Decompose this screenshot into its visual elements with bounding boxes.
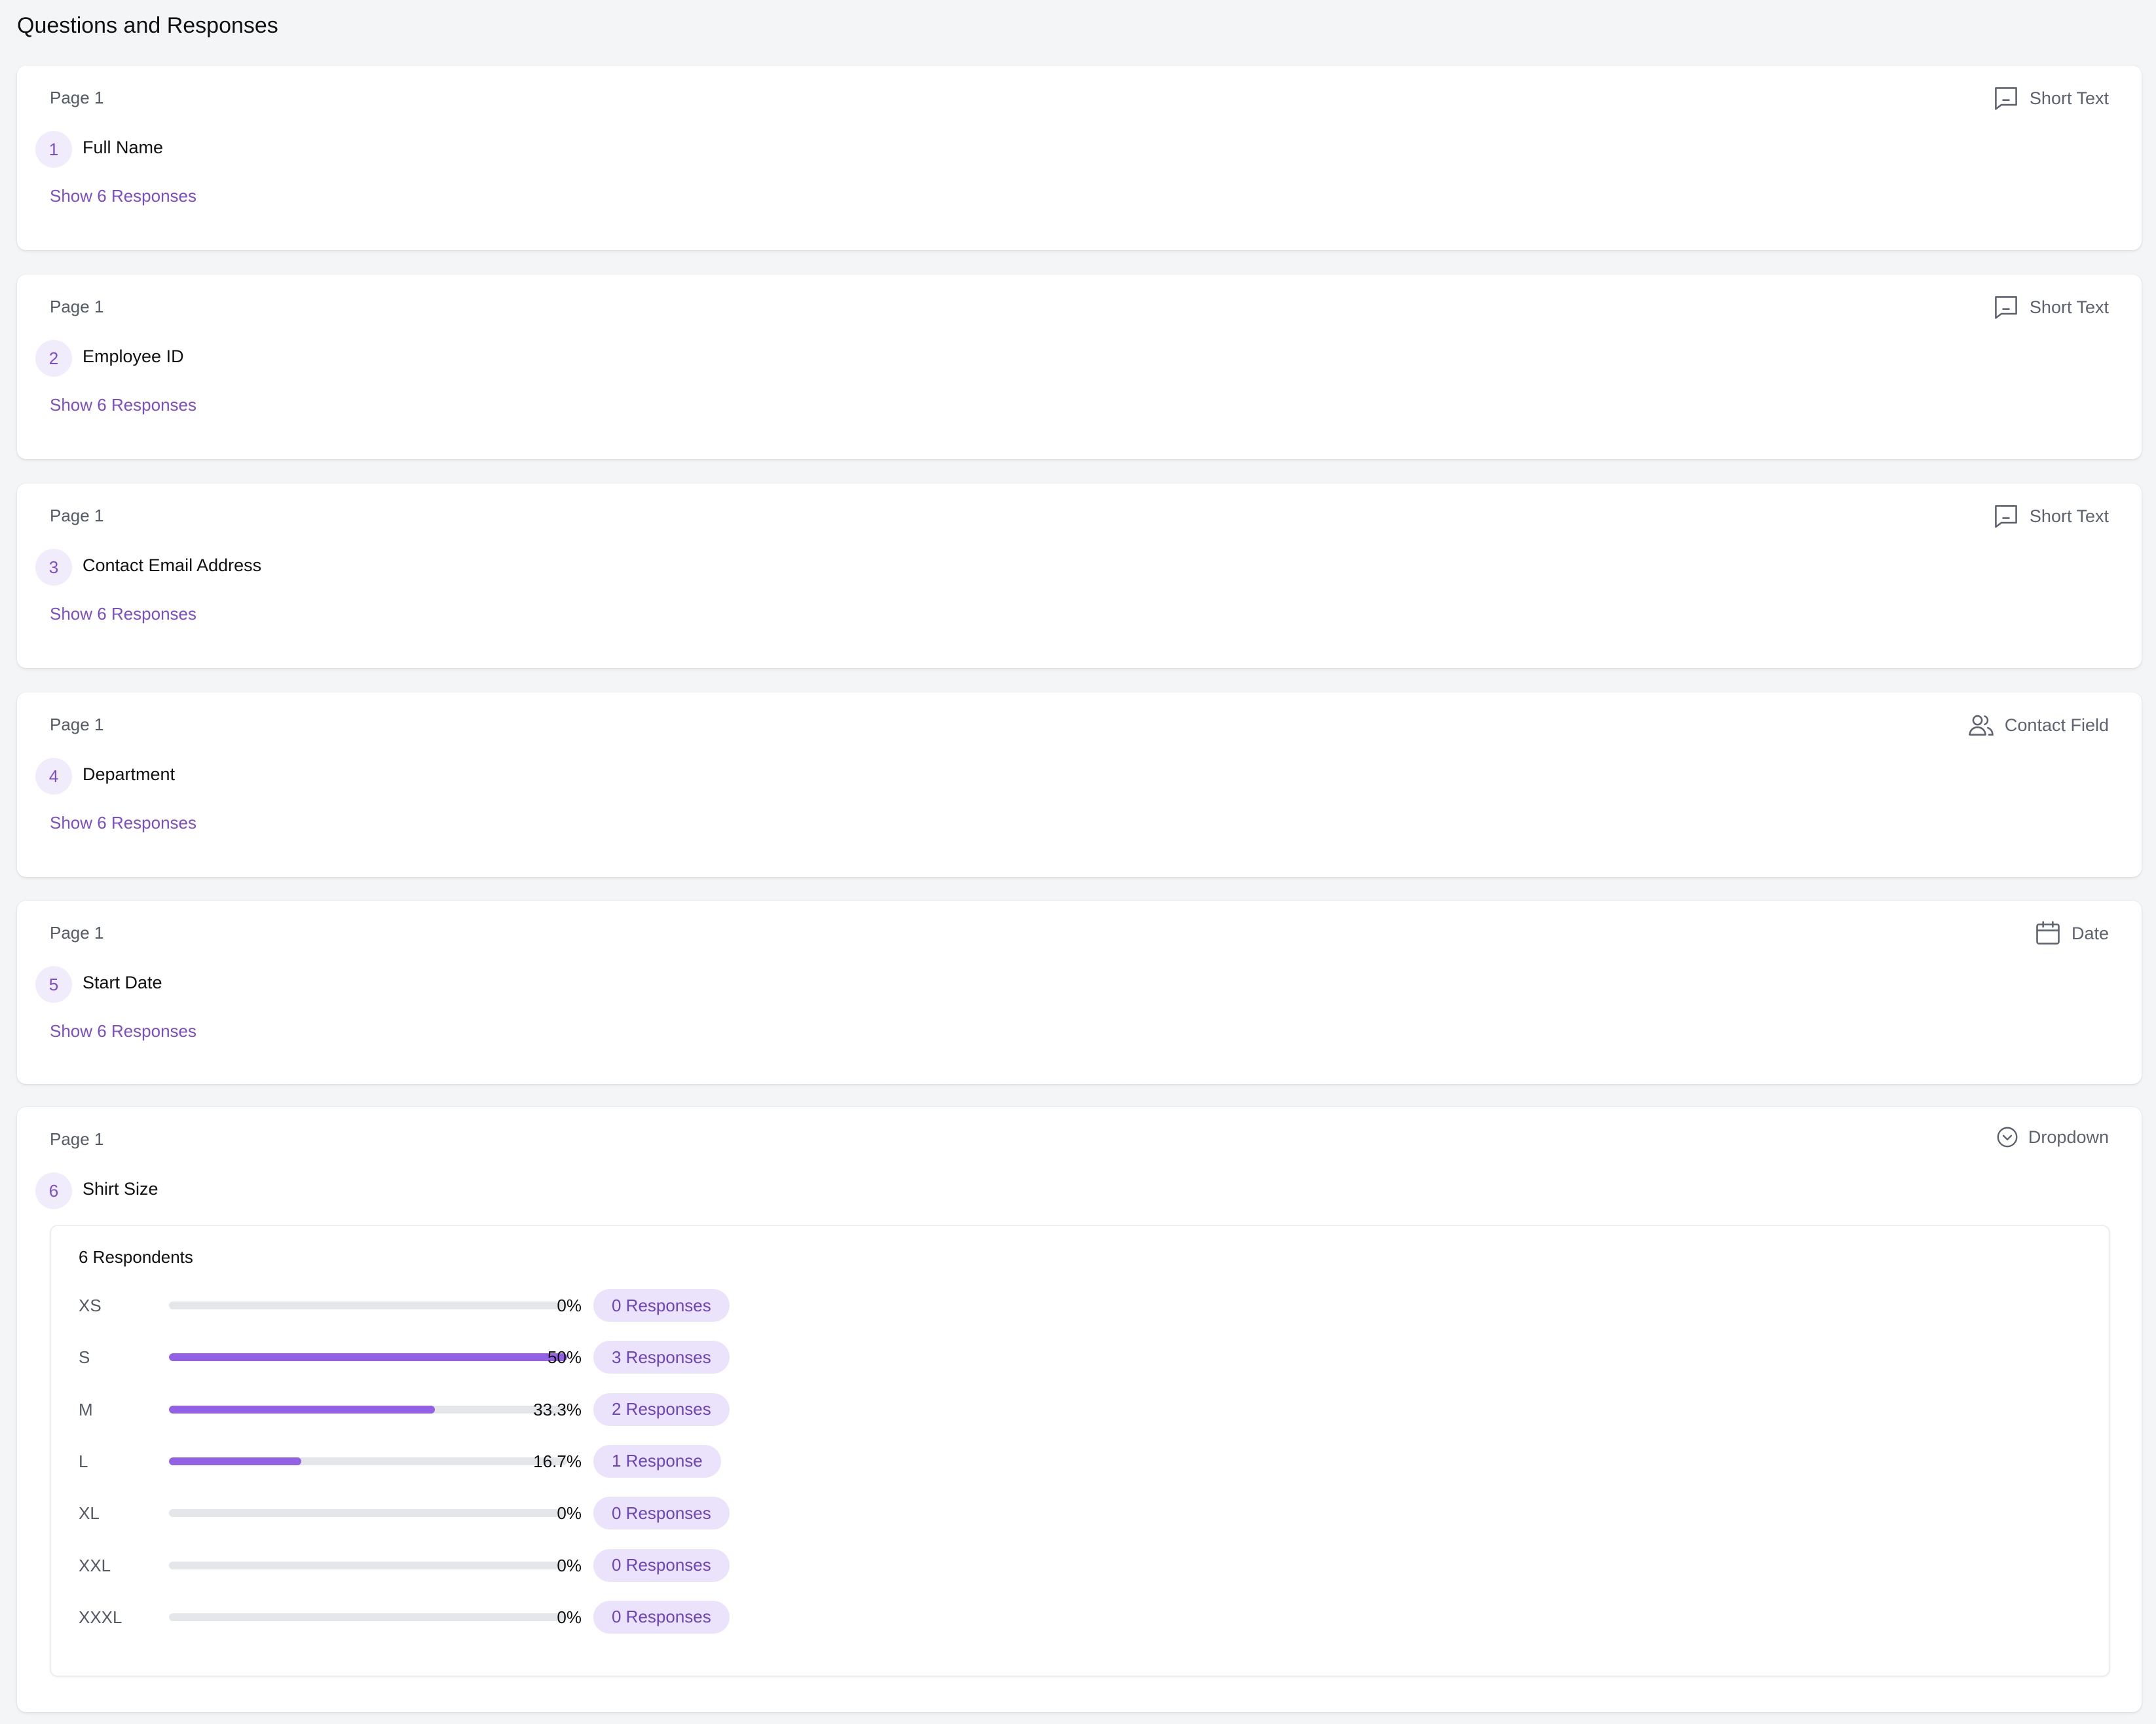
progress-bar: [169, 1613, 567, 1621]
option-label: M: [79, 1399, 93, 1419]
question-type: Short Text: [1992, 84, 2109, 113]
option-label: XXXL: [79, 1607, 122, 1627]
question-card: Page 1 Short Text 2 Employee ID Show 6 R…: [17, 274, 2142, 459]
option-row: XXL 0% 0 Responses: [51, 1548, 837, 1582]
question-type: Dropdown: [1996, 1125, 2109, 1149]
contact-field-icon: [1967, 711, 1996, 740]
response-count-badge[interactable]: 0 Responses: [593, 1497, 730, 1530]
dropdown-icon: [1996, 1125, 2019, 1149]
progress-bar-fill: [169, 1353, 567, 1362]
show-responses-link[interactable]: Show 6 Responses: [50, 1021, 196, 1041]
question-number: 3: [35, 549, 72, 586]
show-responses-link[interactable]: Show 6 Responses: [50, 604, 196, 624]
question-type-label: Date: [2071, 923, 2109, 943]
option-label: XL: [79, 1503, 100, 1524]
results-panel: 6 Respondents XS 0% 0 Responses S 50% 3 Respo…: [50, 1225, 2110, 1677]
page-label: Page 1: [50, 715, 104, 734]
progress-bar: [169, 1509, 567, 1518]
show-responses-link[interactable]: Show 6 Responses: [50, 186, 196, 206]
option-row: XS 0% 0 Responses: [51, 1289, 837, 1322]
progress-bar: [169, 1457, 567, 1465]
question-card: Page 1 Short Text 3 Contact Email Addres…: [17, 483, 2142, 668]
question-number: 1: [35, 131, 72, 168]
question-number: 2: [35, 340, 72, 377]
short-text-icon: [1992, 293, 2020, 322]
question-type-label: Short Text: [2029, 297, 2109, 317]
question-type-label: Dropdown: [2028, 1127, 2109, 1147]
option-percent: 50%: [547, 1347, 582, 1368]
option-row: L 16.7% 1 Response: [51, 1444, 837, 1478]
question-card: Page 1 Short Text 1 Full Name Show 6 Res…: [17, 66, 2142, 250]
question-title: Employee ID: [83, 347, 184, 366]
question-title: Shirt Size: [83, 1179, 158, 1199]
progress-bar-fill: [169, 1457, 302, 1465]
question-card: Page 1 Contact Field 4 Department Show 6…: [17, 692, 2142, 877]
option-percent: 0%: [557, 1296, 582, 1315]
question-type: Short Text: [1992, 293, 2109, 322]
option-row: XXXL 0% 0 Responses: [51, 1600, 837, 1634]
question-title: Contact Email Address: [83, 555, 262, 575]
question-type-label: Short Text: [2029, 88, 2109, 108]
response-count-badge[interactable]: 3 Responses: [593, 1341, 730, 1374]
page-label: Page 1: [50, 506, 104, 525]
question-type-label: Short Text: [2029, 506, 2109, 526]
show-responses-link[interactable]: Show 6 Responses: [50, 395, 196, 415]
option-percent: 0%: [557, 1555, 582, 1575]
progress-bar: [169, 1405, 567, 1414]
question-type: Short Text: [1992, 502, 2109, 531]
short-text-icon: [1992, 84, 2020, 113]
page-label: Page 1: [50, 297, 104, 316]
option-percent: 0%: [557, 1503, 582, 1524]
question-card: Page 1 Dropdown 6 Shirt Size 6 Responden…: [17, 1107, 2142, 1712]
option-label: XXL: [79, 1555, 111, 1575]
response-count-badge[interactable]: 2 Responses: [593, 1393, 730, 1426]
progress-bar-fill: [169, 1405, 435, 1414]
option-percent: 16.7%: [533, 1451, 582, 1471]
progress-bar: [169, 1353, 567, 1362]
progress-bar: [169, 1561, 567, 1569]
option-label: XS: [79, 1296, 102, 1315]
respondents-count: 6 Respondents: [79, 1247, 193, 1267]
question-type-label: Contact Field: [2004, 715, 2109, 735]
response-count-badge[interactable]: 0 Responses: [593, 1548, 730, 1582]
question-card: Page 1 Date 5 Start Date Show 6 Response…: [17, 901, 2142, 1084]
option-row: M 33.3% 2 Responses: [51, 1393, 837, 1426]
calendar-icon: [2034, 919, 2062, 948]
page-label: Page 1: [50, 1129, 104, 1149]
option-percent: 0%: [557, 1607, 582, 1627]
question-number: 4: [35, 758, 72, 795]
option-label: L: [79, 1451, 88, 1471]
short-text-icon: [1992, 502, 2020, 531]
progress-bar: [169, 1302, 567, 1309]
response-count-badge[interactable]: 0 Responses: [593, 1600, 730, 1634]
show-responses-link[interactable]: Show 6 Responses: [50, 813, 196, 833]
response-count-badge[interactable]: 0 Responses: [593, 1289, 730, 1322]
question-title: Full Name: [83, 138, 164, 157]
option-label: S: [79, 1347, 90, 1368]
question-type: Date: [2034, 919, 2109, 948]
page-label: Page 1: [50, 923, 104, 943]
question-type: Contact Field: [1967, 711, 2109, 740]
option-percent: 33.3%: [533, 1399, 582, 1419]
question-number: 6: [35, 1172, 72, 1209]
question-title: Department: [83, 764, 176, 784]
option-row: S 50% 3 Responses: [51, 1341, 837, 1374]
question-number: 5: [35, 966, 72, 1003]
question-title: Start Date: [83, 973, 162, 992]
page-label: Page 1: [50, 88, 104, 107]
response-count-badge[interactable]: 1 Response: [593, 1444, 721, 1478]
page-title: Questions and Responses: [17, 13, 278, 38]
option-row: XL 0% 0 Responses: [51, 1497, 837, 1530]
